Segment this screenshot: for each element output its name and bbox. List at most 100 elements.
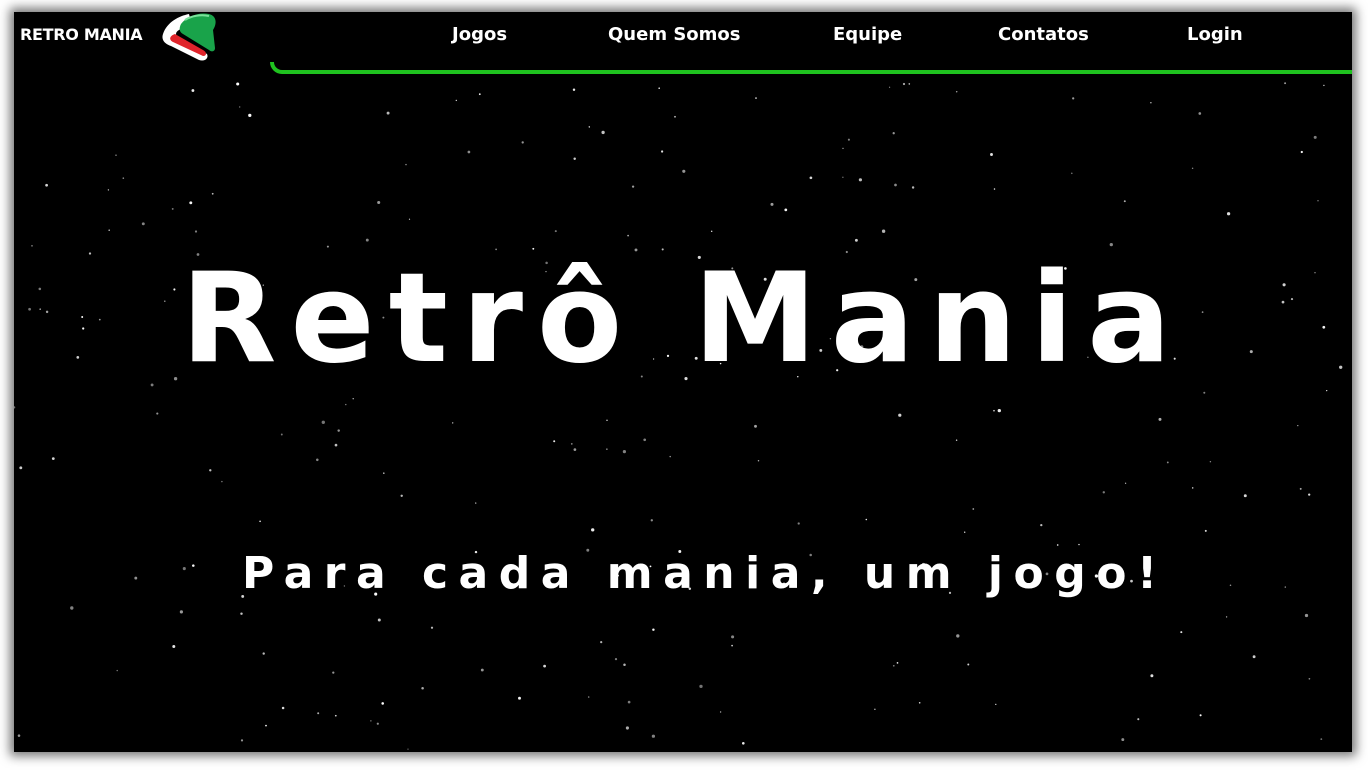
star xyxy=(194,230,198,233)
star xyxy=(1252,655,1256,659)
star xyxy=(625,726,629,730)
star xyxy=(874,708,876,710)
star xyxy=(400,494,403,497)
star xyxy=(51,457,55,460)
star xyxy=(1209,461,1212,463)
star xyxy=(858,178,863,182)
star xyxy=(757,460,760,462)
star xyxy=(172,645,176,648)
star xyxy=(478,93,481,96)
star xyxy=(209,469,212,472)
star xyxy=(1243,494,1247,498)
star xyxy=(332,671,335,674)
star xyxy=(731,644,733,647)
star xyxy=(115,154,117,156)
star xyxy=(377,200,381,205)
star xyxy=(770,202,774,206)
star xyxy=(480,668,484,672)
star xyxy=(108,229,110,231)
nav-link-equipe[interactable]: Equipe xyxy=(833,24,902,45)
star xyxy=(651,734,656,738)
hero-subtitle: Para cada mania, um jogo! xyxy=(242,548,1168,599)
star xyxy=(600,641,603,644)
star xyxy=(955,439,958,441)
star xyxy=(281,706,285,710)
star xyxy=(719,711,722,713)
star xyxy=(521,141,524,144)
retro-mania-logo-icon[interactable] xyxy=(159,12,219,66)
star xyxy=(669,455,671,458)
star xyxy=(280,433,283,436)
star xyxy=(967,663,970,666)
star xyxy=(631,185,635,188)
star xyxy=(345,403,347,406)
star xyxy=(107,189,110,191)
star xyxy=(45,183,48,187)
star xyxy=(643,438,647,442)
star xyxy=(842,176,844,178)
star xyxy=(17,734,21,737)
star xyxy=(1166,461,1169,464)
star xyxy=(70,606,74,610)
top-navbar: RETRO MANIA Jogos Quem Somos Equipe Cont… xyxy=(14,12,1352,76)
star xyxy=(543,664,546,668)
star xyxy=(337,429,340,432)
star xyxy=(211,192,214,195)
star xyxy=(1297,424,1299,427)
star xyxy=(710,230,713,233)
star xyxy=(1150,102,1152,104)
star xyxy=(623,663,626,666)
nav-link-contatos[interactable]: Contatos xyxy=(998,24,1089,45)
star xyxy=(898,413,902,417)
star xyxy=(1180,631,1183,634)
star xyxy=(1158,417,1162,421)
star xyxy=(352,398,354,400)
star xyxy=(179,610,183,614)
star xyxy=(955,91,958,93)
star xyxy=(365,238,369,242)
star xyxy=(754,424,757,428)
star xyxy=(892,132,895,135)
star xyxy=(1150,674,1154,678)
star xyxy=(606,448,608,450)
star xyxy=(997,408,1001,413)
star xyxy=(614,658,618,661)
star xyxy=(259,520,261,523)
star xyxy=(1323,84,1325,87)
star xyxy=(1304,613,1309,618)
star xyxy=(1121,738,1125,742)
star xyxy=(116,669,118,672)
nav-link-login[interactable]: Login xyxy=(1187,24,1243,45)
star xyxy=(731,635,735,639)
star xyxy=(572,88,576,91)
star xyxy=(452,422,454,424)
star xyxy=(990,153,993,156)
star xyxy=(171,207,174,210)
star xyxy=(908,83,911,85)
star xyxy=(902,82,906,86)
star xyxy=(993,188,996,190)
star xyxy=(182,567,186,571)
nav-link-jogos[interactable]: Jogos xyxy=(452,24,507,45)
star xyxy=(699,684,703,689)
star xyxy=(265,724,267,727)
star xyxy=(192,564,195,567)
star xyxy=(467,150,471,154)
star xyxy=(1299,487,1302,490)
star xyxy=(797,522,800,525)
star xyxy=(1308,493,1311,496)
navbar-accent-line xyxy=(270,62,1352,74)
star xyxy=(1300,150,1303,154)
star xyxy=(1226,212,1231,216)
star xyxy=(854,238,858,242)
star xyxy=(865,518,868,521)
star xyxy=(842,147,844,150)
star xyxy=(894,183,897,187)
brand-name[interactable]: RETRO MANIA xyxy=(20,25,143,44)
star xyxy=(601,130,605,135)
star xyxy=(1284,82,1287,85)
star xyxy=(14,406,16,409)
star xyxy=(993,409,995,412)
nav-link-quem-somos[interactable]: Quem Somos xyxy=(608,24,741,45)
star xyxy=(134,576,138,580)
